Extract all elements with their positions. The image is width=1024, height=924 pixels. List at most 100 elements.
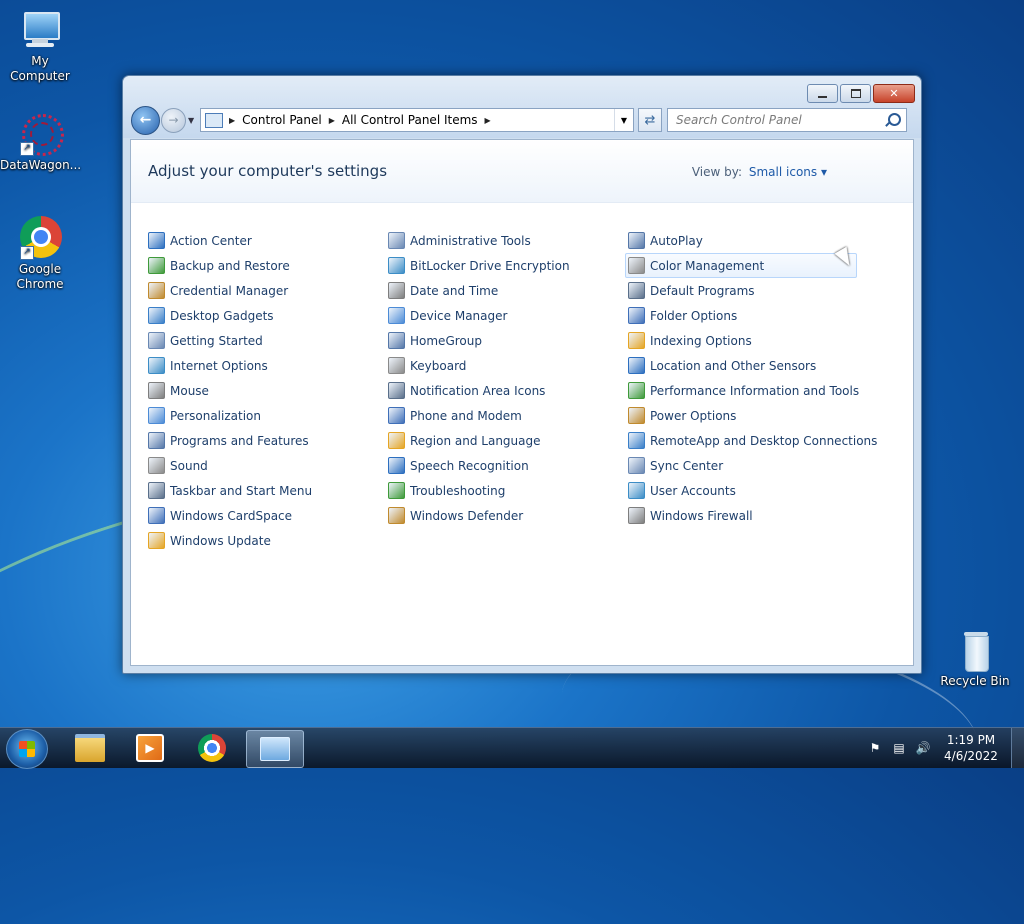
taskbar-chrome[interactable] [184,730,240,766]
windows-defender-icon [388,507,405,524]
address-dropdown-button[interactable]: ▼ [614,109,633,131]
cp-item-bitlocker-drive-encryption[interactable]: BitLocker Drive Encryption [388,253,628,278]
address-bar[interactable]: ▶ Control Panel ▶ All Control Panel Item… [200,108,634,132]
cp-item-location-and-other-sensors[interactable]: Location and Other Sensors [628,353,868,378]
cp-item-indexing-options[interactable]: Indexing Options [628,328,868,353]
forward-button[interactable]: → [161,107,186,133]
cp-item-label: Indexing Options [650,333,752,348]
volume-icon[interactable]: 🔊 [915,740,931,756]
cp-item-windows-firewall[interactable]: Windows Firewall [628,503,868,528]
maximize-button[interactable] [840,84,871,103]
close-button[interactable]: ✕ [873,84,915,103]
taskbar-windows-explorer[interactable] [62,730,118,766]
cp-item-default-programs[interactable]: Default Programs [628,278,868,303]
getting-started-icon [148,332,165,349]
cp-item-label: Speech Recognition [410,458,529,473]
cp-item-performance-information-and-tools[interactable]: Performance Information and Tools [628,378,868,403]
cp-item-date-and-time[interactable]: Date and Time [388,278,628,303]
show-desktop-button[interactable] [1011,728,1024,768]
cp-item-desktop-gadgets[interactable]: Desktop Gadgets [148,303,388,328]
cp-item-label: Power Options [650,408,737,423]
cp-item-label: Sound [170,458,208,473]
action-center-icon [148,232,165,249]
cp-item-label: Notification Area Icons [410,383,546,398]
cp-item-troubleshooting[interactable]: Troubleshooting [388,478,628,503]
content-header: Adjust your computer's settings View by:… [131,140,913,203]
clock[interactable]: 1:19 PM 4/6/2022 [935,732,1007,764]
cp-item-programs-and-features[interactable]: Programs and Features [148,428,388,453]
network-icon[interactable]: ▤ [891,740,907,756]
cp-item-credential-manager[interactable]: Credential Manager [148,278,388,303]
cp-item-getting-started[interactable]: Getting Started [148,328,388,353]
back-button[interactable]: ← [131,105,160,135]
search-input[interactable] [674,112,888,128]
cp-item-backup-and-restore[interactable]: Backup and Restore [148,253,388,278]
cp-item-sound[interactable]: Sound [148,453,388,478]
view-by-dropdown[interactable]: Small icons [749,165,827,179]
location-and-other-sensors-icon [628,357,645,374]
cp-item-label: Getting Started [170,333,263,348]
search-box[interactable] [667,108,907,132]
cp-item-label: Desktop Gadgets [170,308,274,323]
breadcrumb-chevron-icon[interactable]: ▶ [229,116,235,125]
search-icon[interactable] [888,113,901,126]
recent-pages-dropdown[interactable]: ▼ [188,116,198,125]
cp-item-windows-cardspace[interactable]: Windows CardSpace [148,503,388,528]
cp-item-folder-options[interactable]: Folder Options [628,303,868,328]
desktop-icon-datawagon[interactable]: ↗ DataWagon... [0,112,81,173]
cp-item-windows-defender[interactable]: Windows Defender [388,503,628,528]
desktop-icon-label: Recycle Bin [940,674,1010,688]
cp-item-mouse[interactable]: Mouse [148,378,388,403]
taskbar-control-panel[interactable] [246,730,304,768]
cp-item-remoteapp-and-desktop-connections[interactable]: RemoteApp and Desktop Connections [628,428,877,453]
cp-item-taskbar-and-start-menu[interactable]: Taskbar and Start Menu [148,478,388,503]
start-button[interactable] [6,729,48,769]
cp-item-administrative-tools[interactable]: Administrative Tools [388,228,628,253]
items-column-1: Action Center Backup and Restore Credentia… [148,228,388,553]
cp-item-power-options[interactable]: Power Options [628,403,868,428]
cp-item-label: Phone and Modem [410,408,522,423]
breadcrumb-chevron-icon[interactable]: ▶ [485,116,491,125]
default-programs-icon [628,282,645,299]
indexing-options-icon [628,332,645,349]
cp-item-autoplay[interactable]: AutoPlay [628,228,868,253]
cp-item-device-manager[interactable]: Device Manager [388,303,628,328]
breadcrumb-chevron-icon[interactable]: ▶ [329,116,335,125]
device-manager-icon [388,307,405,324]
breadcrumb-control-panel[interactable]: Control Panel [242,113,322,127]
back-arrow-icon: ← [139,112,152,128]
phone-and-modem-icon [388,407,405,424]
refresh-button[interactable]: ⇄ [638,108,662,132]
cp-item-sync-center[interactable]: Sync Center [628,453,868,478]
cp-item-phone-and-modem[interactable]: Phone and Modem [388,403,628,428]
cp-item-label: BitLocker Drive Encryption [410,258,570,273]
cp-item-color-management[interactable]: Color Management [625,253,857,278]
view-by-label: View by: [691,165,742,179]
cp-item-label: Troubleshooting [410,483,506,498]
internet-options-icon [148,357,165,374]
restore-icon [850,89,861,98]
minimize-icon [818,95,827,98]
cp-item-personalization[interactable]: Personalization [148,403,388,428]
speech-recognition-icon [388,457,405,474]
cp-item-notification-area-icons[interactable]: Notification Area Icons [388,378,628,403]
items-column-2: Administrative Tools BitLocker Drive Encr… [388,228,628,528]
cp-item-internet-options[interactable]: Internet Options [148,353,388,378]
cp-item-label: Performance Information and Tools [650,383,860,398]
cp-item-keyboard[interactable]: Keyboard [388,353,628,378]
minimize-button[interactable] [807,84,838,103]
desktop-icon-recycle-bin[interactable]: Recycle Bin [935,628,1015,689]
cp-item-homegroup[interactable]: HomeGroup [388,328,628,353]
cp-item-region-and-language[interactable]: Region and Language [388,428,628,453]
taskbar-media-player[interactable]: ▶ [122,730,178,766]
clock-date: 4/6/2022 [944,749,998,763]
cp-item-windows-update[interactable]: Windows Update [148,528,388,553]
desktop-icon-my-computer[interactable]: My Computer [0,8,80,84]
forward-arrow-icon: → [168,113,179,127]
cp-item-action-center[interactable]: Action Center [148,228,388,253]
desktop-icon-google-chrome[interactable]: ↗ Google Chrome [0,216,80,292]
cp-item-user-accounts[interactable]: User Accounts [628,478,868,503]
cp-item-speech-recognition[interactable]: Speech Recognition [388,453,628,478]
action-center-flag-icon[interactable]: ⚑ [867,740,883,756]
breadcrumb-all-items[interactable]: All Control Panel Items [342,113,478,127]
